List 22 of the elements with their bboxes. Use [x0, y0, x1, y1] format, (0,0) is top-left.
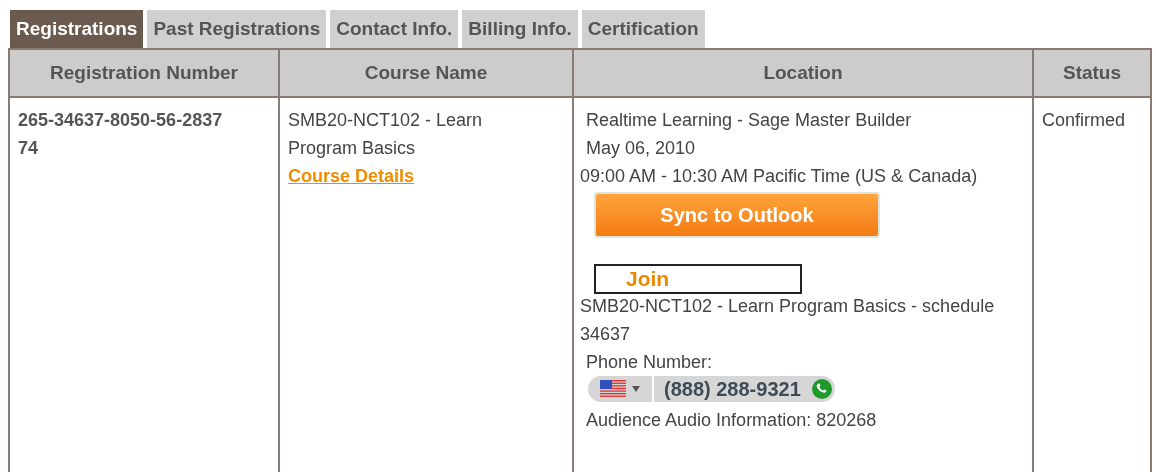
time: 09:00 AM - 10:30 AM Pacific Time (US & Canada) — [580, 165, 979, 188]
column-header: Registration Number — [9, 49, 279, 97]
venue: Realtime Learning - Sage Master Builder — [585, 109, 913, 132]
registration-number: 265-34637-8050-56-283774 — [18, 109, 224, 160]
column-header: Course Name — [279, 49, 573, 97]
status: Confirmed — [1042, 109, 1127, 132]
course-details-link[interactable]: Course Details — [288, 166, 415, 186]
phone-number: (888) 288-9321 — [663, 377, 802, 402]
session-name: SMB20-NCT102 - Learn Program Basics - schedule 34637 — [580, 295, 996, 346]
join-button[interactable]: Join — [594, 264, 802, 294]
tab[interactable]: Past Registrations — [147, 10, 327, 48]
audience-audio-info: Audience Audio Information: 820268 — [585, 409, 878, 432]
column-header: Location — [573, 49, 1033, 97]
course-name: SMB20-NCT102 - Learn Program Basics — [288, 109, 484, 160]
phone-call-icon[interactable] — [810, 378, 833, 400]
tab[interactable]: Certification — [581, 10, 705, 48]
date: May 06, 2010 — [585, 137, 697, 160]
tab[interactable]: Contact Info. — [330, 10, 459, 48]
column-header: Status — [1033, 49, 1151, 97]
tab[interactable]: Billing Info. — [462, 10, 578, 48]
tab[interactable]: Registrations — [10, 10, 144, 48]
phone-label: Phone Number: — [585, 351, 714, 374]
